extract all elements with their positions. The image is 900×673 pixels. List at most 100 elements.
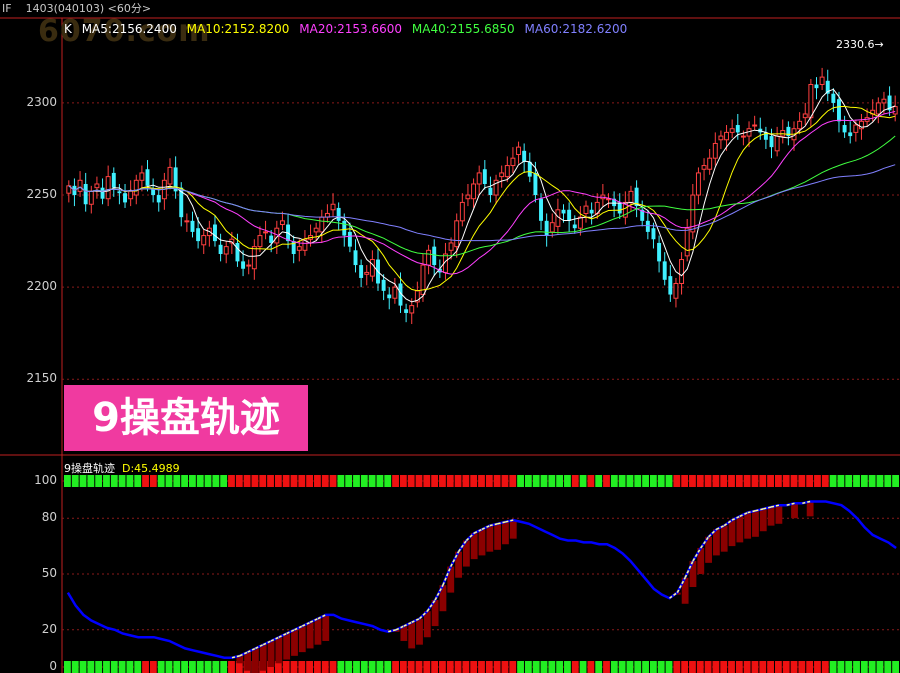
indicator-bar: [494, 523, 502, 550]
indicator-bar: [259, 644, 267, 671]
ribbon-top-cell: [743, 475, 751, 487]
ribbon-bottom-cell: [415, 661, 423, 673]
ribbon-bottom-cell: [868, 661, 876, 673]
ribbon-top-cell: [282, 475, 290, 487]
candle-body-up: [752, 124, 758, 127]
ribbon-top-cell: [423, 475, 431, 487]
candle-body-down: [488, 187, 493, 196]
ribbon-top-cell: [220, 475, 228, 487]
ribbon-bottom-cell: [689, 661, 696, 673]
ribbon-top-cell: [251, 475, 259, 487]
ribbon-top-cell: [212, 475, 220, 487]
ribbon-bottom-cell: [517, 661, 524, 673]
ribbon-top-cell: [337, 475, 345, 487]
ribbon-bottom-cell: [290, 661, 298, 673]
candle-body-down: [848, 132, 853, 137]
ribbon-bottom-cell: [782, 661, 790, 673]
ribbon-top-cell: [149, 475, 157, 487]
ribbon-top-cell: [267, 475, 274, 487]
candle-body-up: [454, 220, 460, 248]
ribbon-bottom-cell: [368, 661, 376, 673]
candle-body-up: [729, 128, 735, 133]
candle-body-down: [100, 187, 105, 199]
ribbon-bottom-cell: [876, 661, 884, 673]
candle-body-down: [842, 125, 847, 133]
ribbon-bottom-cell: [884, 661, 892, 673]
ribbon-top-cell: [360, 475, 368, 487]
candle-body-up: [499, 172, 505, 178]
candle-body-up: [679, 259, 685, 284]
candle-body-down: [145, 169, 150, 186]
ribbon-bottom-cell: [728, 661, 735, 673]
candle-body-up: [774, 135, 780, 152]
ribbon-bottom-cell: [509, 661, 517, 673]
ribbon-top-cell: [532, 475, 540, 487]
ribbon-top-cell: [665, 475, 673, 487]
candle-body-down: [544, 220, 549, 236]
ribbon-top-cell: [110, 475, 118, 487]
candle-body-down: [533, 172, 538, 196]
ribbon-bottom-cell: [524, 661, 532, 673]
candle-body-up: [465, 194, 471, 200]
ribbon-top-cell: [290, 475, 298, 487]
overlay-title-badge: 9操盘轨迹: [64, 385, 308, 451]
ribbon-bottom-cell: [392, 661, 399, 673]
ribbon-bottom-cell: [892, 661, 899, 673]
ribbon-top-cell: [876, 475, 884, 487]
candle-body-down: [123, 193, 127, 203]
ribbon-bottom-cell: [603, 661, 610, 673]
ribbon-bottom-cell: [376, 661, 384, 673]
ribbon-bottom-cell: [470, 661, 478, 673]
ribbon-top-cell: [767, 475, 774, 487]
ribbon-top-cell: [829, 475, 837, 487]
candle-body-down: [196, 228, 201, 242]
candle-body-up: [583, 205, 589, 214]
ribbon-bottom-cell: [618, 661, 626, 673]
ribbon-top-cell: [673, 475, 681, 487]
candle-body-up: [364, 271, 370, 275]
ribbon-top-cell: [579, 475, 587, 487]
candle-body-up: [853, 124, 859, 133]
ribbon-bottom-cell: [462, 661, 470, 673]
ribbon-top-cell: [196, 475, 204, 487]
ribbon-bottom-cell: [345, 661, 353, 673]
candle-body-down: [117, 191, 122, 194]
candle-body-up: [88, 190, 94, 205]
ribbon-top-cell: [189, 475, 196, 487]
candle-body-down: [589, 209, 594, 214]
ribbon-top-cell: [837, 475, 845, 487]
ribbon-top-cell: [415, 475, 423, 487]
indicator-bar: [244, 652, 252, 671]
candle-body-down: [482, 169, 487, 184]
ribbon-bottom-cell: [134, 661, 142, 673]
ribbon-top-cell: [587, 475, 595, 487]
ribbon-top-cell: [228, 475, 235, 487]
candle-body-up: [94, 183, 100, 189]
ribbon-bottom-cell: [110, 661, 118, 673]
candle-body-down: [241, 261, 246, 269]
candle-body-up: [628, 190, 634, 203]
candle-body-down: [342, 220, 347, 236]
ribbon-top-cell: [774, 475, 782, 487]
indicator-bar: [314, 618, 322, 645]
ribbon-bottom-cell: [540, 661, 548, 673]
ribbon-bottom-cell: [306, 661, 314, 673]
indicator-tick-label: 0: [49, 659, 57, 673]
indicator-bar: [291, 629, 298, 656]
ribbon-bottom-cell: [853, 661, 860, 673]
ribbon-bottom-cell: [665, 661, 673, 673]
price-tick-label: 2250: [26, 187, 57, 202]
candle-body-down: [387, 294, 392, 299]
ribbon-bottom-cell: [860, 661, 868, 673]
candle-body-up: [695, 172, 701, 196]
ribbon-top-cell: [845, 475, 853, 487]
candle-body-up: [797, 120, 803, 130]
candle-body-up: [251, 246, 257, 270]
ribbon-top-cell: [454, 475, 462, 487]
ribbon-top-cell: [314, 475, 321, 487]
candle-body-up: [712, 142, 718, 159]
period-label[interactable]: <60分>: [108, 2, 151, 15]
candle-body-down: [567, 209, 572, 221]
ribbon-top-cell: [790, 475, 798, 487]
candle-body-up: [673, 282, 679, 299]
